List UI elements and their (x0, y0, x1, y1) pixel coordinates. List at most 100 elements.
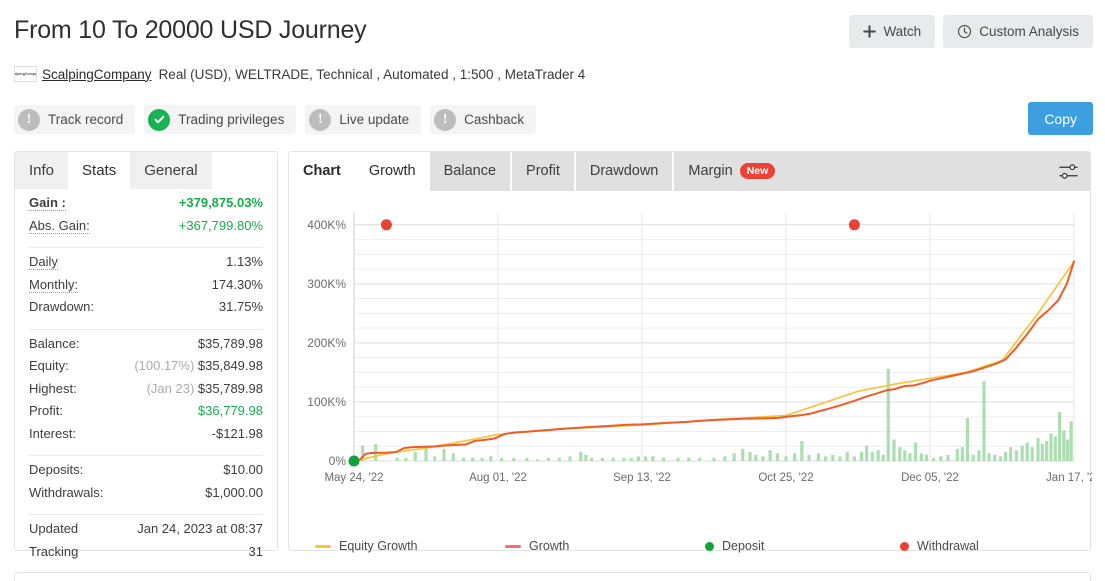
copy-button[interactable]: Copy (1028, 102, 1093, 135)
legend-item-equity-growth: Equity Growth (315, 539, 505, 553)
svg-text:0%: 0% (329, 454, 347, 468)
stat-row-drawdown: Drawdown: 31.75% (29, 299, 263, 322)
tab-growth[interactable]: Growth (355, 152, 430, 191)
profile-page: From 10 To 20000 USD Journey Watch Custo… (0, 0, 1105, 581)
chart-canvas[interactable]: 0%100K%200K%300K%400K%May 24, '22Aug 01,… (289, 191, 1092, 536)
stat-label: Interest: (29, 426, 76, 441)
tab-margin[interactable]: Margin New (674, 152, 789, 191)
status-chip-live-update[interactable]: ! Live update (305, 105, 421, 134)
status-chips: ! Track record Trading privileges ! Live… (14, 105, 536, 134)
stat-label: Tracking (29, 544, 78, 559)
stat-label: Daily (29, 254, 58, 270)
status-chip-label: Cashback (464, 112, 524, 127)
stats-list: Gain : +379,875.03% Abs. Gain: +367,799.… (15, 189, 277, 566)
stat-row-highest: Highest: (Jan 23) $35,789.98 (29, 381, 263, 404)
svg-text:Dec 05, '22: Dec 05, '22 (901, 472, 959, 484)
company-logo: ScalpingCompany (14, 66, 37, 82)
svg-text:Sep 13, '22: Sep 13, '22 (613, 472, 671, 484)
stat-value: 31.75% (219, 299, 263, 314)
divider (29, 455, 263, 456)
page-header: From 10 To 20000 USD Journey Watch Custo… (0, 0, 1105, 142)
stat-label: Deposits: (29, 462, 83, 477)
svg-text:100K%: 100K% (307, 395, 346, 409)
stat-row-gain: Gain : +379,875.03% (29, 195, 263, 218)
status-chip-track-record[interactable]: ! Track record (14, 105, 135, 134)
company-link[interactable]: ScalpingCompany (42, 67, 152, 82)
legend-line-icon (505, 545, 521, 548)
stat-value: $35,789.98 (198, 336, 263, 351)
stat-value: 1.13% (226, 254, 263, 269)
tab-stats[interactable]: Stats (68, 152, 130, 189)
custom-analysis-label: Custom Analysis (979, 24, 1079, 39)
tab-drawdown[interactable]: Drawdown (576, 152, 673, 191)
stat-row-monthly: Monthly: 174.30% (29, 277, 263, 300)
stat-value: $35,849.98 (198, 358, 263, 373)
custom-analysis-button[interactable]: Custom Analysis (943, 15, 1093, 48)
stat-label: Gain : (29, 195, 66, 211)
svg-text:May 24, '22: May 24, '22 (324, 472, 383, 484)
sliders-icon[interactable] (1053, 156, 1084, 187)
legend-dot-icon (705, 542, 714, 551)
stat-label: Equity: (29, 358, 69, 373)
plus-icon (863, 25, 876, 38)
stat-value: 174.30% (212, 277, 263, 292)
stat-value: +379,875.03% (179, 195, 263, 210)
stat-label: Balance: (29, 336, 80, 351)
stat-label: Monthly: (29, 277, 78, 293)
legend-label: Equity Growth (339, 539, 418, 553)
stat-row-deposits: Deposits: $10.00 (29, 462, 263, 485)
svg-text:Aug 01, '22: Aug 01, '22 (469, 472, 527, 484)
exclamation-icon: ! (309, 109, 331, 131)
new-badge: New (740, 163, 776, 180)
stat-value: $1,000.00 (205, 485, 263, 500)
svg-text:Jan 17, '23: Jan 17, '23 (1046, 472, 1092, 484)
status-chip-cashback[interactable]: ! Cashback (430, 105, 536, 134)
tab-margin-label: Margin (688, 163, 732, 179)
stat-value: +367,799.80% (179, 218, 263, 233)
stat-value: Jan 24, 2023 at 08:37 (137, 521, 263, 536)
stat-value: 31 (249, 544, 263, 559)
stat-value-wrap: (Jan 23) $35,789.98 (147, 381, 263, 396)
stat-row-equity: Equity: (100.17%) $35,849.98 (29, 358, 263, 381)
stat-value: $10.00 (223, 462, 263, 477)
status-chip-trading-privileges[interactable]: Trading privileges (144, 105, 296, 134)
svg-text:Oct 25, '22: Oct 25, '22 (758, 472, 813, 484)
clock-icon (957, 24, 972, 39)
chart-tabs: Chart Growth Balance Profit Drawdown Mar… (289, 152, 1090, 191)
legend-label: Deposit (722, 539, 764, 553)
exclamation-icon: ! (434, 109, 456, 131)
status-chip-label: Track record (48, 112, 123, 127)
growth-chart: 0%100K%200K%300K%400K%May 24, '22Aug 01,… (289, 191, 1092, 551)
next-section-card (14, 572, 1091, 581)
stat-value-wrap: (100.17%) $35,849.98 (134, 358, 263, 373)
status-chip-label: Live update (339, 112, 409, 127)
stat-label: Updated (29, 521, 78, 536)
chart-tabs-filler (789, 152, 1090, 191)
svg-text:400K%: 400K% (307, 218, 346, 232)
legend-item-withdrawal: Withdrawal (900, 539, 979, 553)
legend-item-deposit: Deposit (705, 539, 900, 553)
chart-panel: Chart Growth Balance Profit Drawdown Mar… (288, 151, 1091, 551)
account-type: Real (USD), (159, 67, 232, 82)
stat-value-prefix: (Jan 23) (147, 381, 195, 396)
stat-value: -$121.98 (212, 426, 263, 441)
divider (29, 247, 263, 248)
stat-row-balance: Balance: $35,789.98 (29, 336, 263, 359)
stat-label: Highest: (29, 381, 77, 396)
legend-label: Growth (529, 539, 569, 553)
tab-balance[interactable]: Balance (430, 152, 510, 191)
tab-profit[interactable]: Profit (512, 152, 574, 191)
legend-label: Withdrawal (917, 539, 979, 553)
info-panel-tabs: Info Stats General (15, 152, 277, 189)
tab-general[interactable]: General (130, 152, 211, 189)
divider (29, 329, 263, 330)
stat-row-updated: Updated Jan 24, 2023 at 08:37 (29, 521, 263, 544)
broker-link[interactable]: WELTRADE (235, 67, 309, 82)
stat-row-tracking: Tracking 31 (29, 544, 263, 567)
tab-info[interactable]: Info (15, 152, 68, 189)
stat-row-abs-gain: Abs. Gain: +367,799.80% (29, 218, 263, 241)
watch-button[interactable]: Watch (849, 15, 935, 48)
tab-chart[interactable]: Chart (289, 152, 355, 191)
stat-row-daily: Daily 1.13% (29, 254, 263, 277)
stat-label: Withdrawals: (29, 485, 103, 500)
